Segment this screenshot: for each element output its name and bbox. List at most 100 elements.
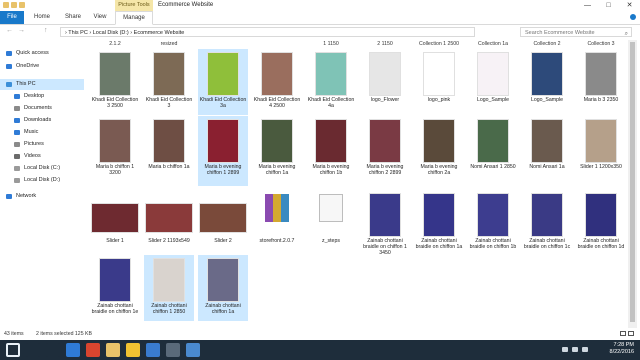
partial-file-label[interactable]: Collection 1 2500 (414, 41, 464, 47)
up-button[interactable]: ↑ (44, 27, 48, 34)
windows-start-icon[interactable] (6, 343, 20, 357)
file-item[interactable]: Maria b chiffon 1a (144, 116, 194, 186)
file-item[interactable]: Khadi Eid Collection 3 2500 (90, 49, 140, 115)
file-item[interactable]: Maria b 3 2350 (576, 49, 626, 115)
nav-item-label: Network (16, 193, 37, 199)
partial-file-label[interactable]: Collection 1a (468, 41, 518, 47)
back-button[interactable]: ← (6, 27, 13, 34)
image-thumbnail (532, 53, 562, 95)
file-item[interactable]: z_steps (306, 190, 356, 254)
nav-item-videos[interactable]: Videos (0, 151, 84, 162)
properties-icon[interactable] (11, 2, 17, 8)
help-icon[interactable] (630, 14, 636, 20)
file-item[interactable]: Logo_Sample (468, 49, 518, 115)
nav-item-pictures[interactable]: Pictures (0, 139, 84, 150)
nav-item-local-disk-c[interactable]: Local Disk (C:) (0, 163, 84, 174)
chrome-icon[interactable] (86, 343, 100, 357)
task-view-icon[interactable] (46, 343, 60, 357)
network-tray-icon[interactable] (572, 347, 578, 352)
file-item[interactable]: Zainab chottani braidle on chiffon 1d (576, 190, 626, 254)
partial-file-label[interactable]: 1 1150 (306, 41, 356, 47)
file-item[interactable]: logo_pink (414, 49, 464, 115)
file-item[interactable]: Slider 1 1200x350 (576, 116, 626, 186)
file-name: Khadi Eid Collection 3 (145, 97, 193, 109)
file-item[interactable]: Maria b evening chiffon 2a (414, 116, 464, 186)
file-item[interactable]: Maria b chiffon 1 3200 (90, 116, 140, 186)
maximize-button[interactable]: □ (598, 0, 619, 11)
file-item[interactable]: Maria b evening chiffon 1b (306, 116, 356, 186)
file-item[interactable]: Slider 2 1193x549 (144, 190, 194, 254)
file-name: Maria b evening chiffon 1a (258, 164, 296, 176)
file-item[interactable]: Zainab chottani chiffon 1 2850 (144, 255, 194, 321)
file-item[interactable]: Nomi Ansari 1 2850 (468, 116, 518, 186)
nav-item-documents[interactable]: Documents (0, 103, 84, 114)
file-item[interactable]: Khadi Eid Collection 3 (144, 49, 194, 115)
nav-item-quick-access[interactable]: Quick access (0, 48, 84, 59)
nav-item-network[interactable]: Network (0, 191, 84, 202)
tab-home[interactable]: Home (28, 11, 56, 24)
folder-icon[interactable] (3, 2, 9, 8)
tab-manage[interactable]: Manage (115, 11, 153, 25)
file-explorer-icon[interactable] (106, 343, 120, 357)
taskbar-clock[interactable]: 7:28 PM 8/22/2016 (610, 342, 634, 356)
file-item[interactable]: Maria b evening chiffon 1 2899 (198, 116, 248, 186)
forward-button[interactable]: → (18, 27, 25, 34)
file-item[interactable]: Khadi Eid Collection 4a (306, 49, 356, 115)
search-icon[interactable] (26, 343, 40, 357)
nav-item-local-disk-d[interactable]: Local Disk (D:) (0, 175, 84, 186)
navigation-pane: Quick access OneDrive This PC Desktop Docume… (0, 40, 84, 328)
norton-icon[interactable] (126, 343, 140, 357)
file-item[interactable]: Maria b evening chiffon 2 2899 (360, 116, 410, 186)
nav-item-this-pc[interactable]: This PC (0, 79, 84, 90)
file-item[interactable]: Maria b evening chiffon 1a (252, 116, 302, 186)
file-item[interactable]: Zainab chottani braidle on chiffon 1c (522, 190, 572, 254)
tab-share[interactable]: Share (60, 11, 86, 24)
file-item[interactable]: Slider 2 (198, 190, 248, 254)
file-name: Nomi Ansari 1 2850 (470, 164, 516, 170)
partial-file-label[interactable]: Collection 2 (522, 41, 572, 47)
file-item[interactable]: Slider 1 (90, 190, 140, 254)
nav-item-desktop[interactable]: Desktop (0, 91, 84, 102)
file-item[interactable]: Zainab chottani braidle on chiffon 1 345… (360, 190, 410, 256)
nav-item-music[interactable]: Music (0, 127, 84, 138)
chat-icon[interactable] (186, 343, 200, 357)
file-item[interactable]: Khadi Eid Collection 3a (198, 49, 248, 115)
close-button[interactable]: ✕ (619, 0, 640, 11)
partial-file-label[interactable]: resized (144, 41, 194, 47)
address-path[interactable]: › This PC › Local Disk (D:) › Ecommerce … (60, 27, 475, 37)
file-item[interactable]: Khadi Eid Collection 4 2500 (252, 49, 302, 115)
edge-icon[interactable] (66, 343, 80, 357)
large-icons-view-icon[interactable] (628, 331, 634, 336)
search-input[interactable] (525, 30, 615, 36)
picture-tools-context-label: Picture Tools (115, 0, 153, 11)
scrollbar-thumb[interactable] (630, 42, 635, 322)
media-icon[interactable] (166, 343, 180, 357)
image-thumbnail (154, 120, 184, 162)
nav-item-label: Pictures (24, 141, 44, 147)
file-item[interactable]: Logo_Sample (522, 49, 572, 115)
volume-tray-icon[interactable] (582, 347, 588, 352)
details-view-icon[interactable] (620, 331, 626, 336)
partial-file-label[interactable]: 2 1150 (360, 41, 410, 47)
desktop-icon (14, 94, 20, 99)
file-item[interactable]: Nomi Ansari 1a (522, 116, 572, 186)
tab-file[interactable]: File (0, 11, 24, 24)
minimize-button[interactable]: — (577, 0, 598, 11)
file-item[interactable]: Zainab chottani braidle on chiffon 1e (90, 255, 140, 321)
new-folder-icon[interactable] (19, 2, 25, 8)
partial-file-label[interactable]: 2.1.2 (90, 41, 140, 47)
file-item[interactable]: Zainab chottani chiffon 1a (198, 255, 248, 321)
search-box[interactable]: ⌕ (520, 27, 632, 37)
file-item[interactable]: logo_Flower (360, 49, 410, 115)
tray-chevron-icon[interactable] (562, 347, 568, 352)
file-item[interactable]: Zainab chottani braidle on chiffon 1b (468, 190, 518, 254)
file-item[interactable]: storefront.2.0.7 (252, 190, 302, 254)
nav-item-onedrive[interactable]: OneDrive (0, 61, 84, 72)
file-item[interactable]: Zainab chottani braidle on chiffon 1a (414, 190, 464, 254)
tab-view[interactable]: View (89, 11, 111, 24)
file-name: Khadi Eid Collection 3 2500 (91, 97, 139, 109)
vertical-scrollbar[interactable] (628, 40, 637, 328)
nav-item-downloads[interactable]: Downloads (0, 115, 84, 126)
partial-file-label[interactable]: Collection 3 (576, 41, 626, 47)
photoshop-icon[interactable] (146, 343, 160, 357)
